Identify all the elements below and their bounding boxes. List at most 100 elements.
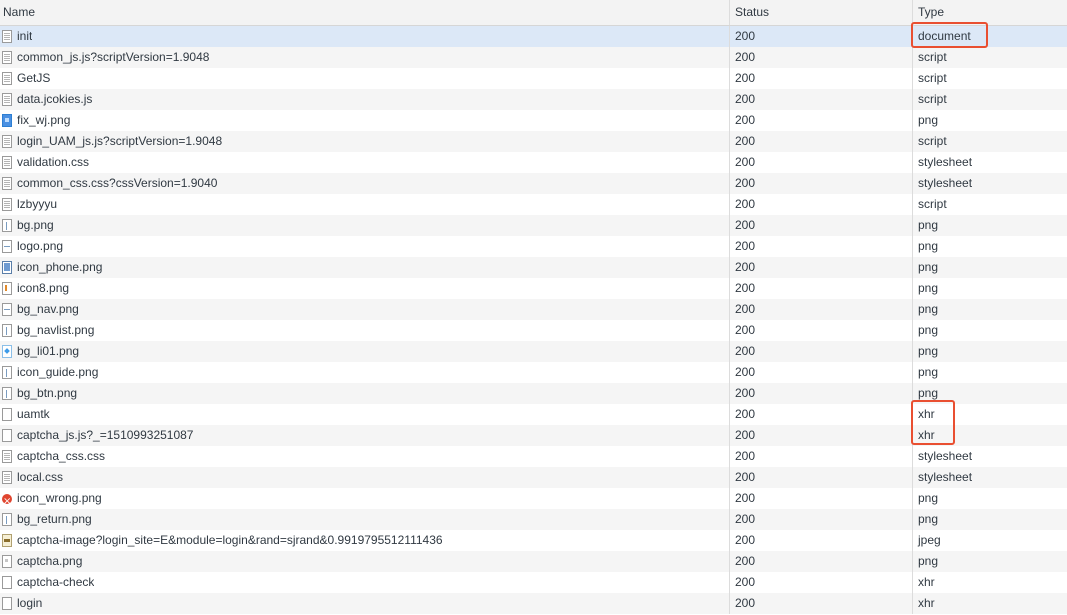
request-row[interactable]: icon8.png 200 png xyxy=(0,278,1067,299)
request-status: 200 xyxy=(730,215,913,236)
column-header-type[interactable]: Type xyxy=(913,0,1067,25)
request-row[interactable]: captcha.png 200 png xyxy=(0,551,1067,572)
request-name: bg_btn.png xyxy=(17,386,78,400)
script-icon xyxy=(2,135,12,148)
request-row[interactable]: logo.png 200 png xyxy=(0,236,1067,257)
script-icon xyxy=(2,51,12,64)
request-row[interactable]: login 200 xhr xyxy=(0,593,1067,614)
request-status: 200 xyxy=(730,47,913,68)
request-name-cell: captcha-image?login_site=E&module=login&… xyxy=(0,530,730,551)
request-type: stylesheet xyxy=(918,176,973,190)
table-header: Name Status Type xyxy=(0,0,1067,26)
request-status: 200 xyxy=(730,425,913,446)
request-name: captcha_js.js?_=1510993251087 xyxy=(17,428,194,442)
request-row[interactable]: captcha_css.css 200 stylesheet xyxy=(0,446,1067,467)
image-icon xyxy=(2,366,12,379)
request-row[interactable]: captcha-image?login_site=E&module=login&… xyxy=(0,530,1067,551)
image-icon xyxy=(2,261,12,274)
request-row[interactable]: login_UAM_js.js?scriptVersion=1.9048 200 s… xyxy=(0,131,1067,152)
request-type: xhr xyxy=(918,575,935,589)
request-name: bg.png xyxy=(17,218,54,232)
request-status: 200 xyxy=(730,404,913,425)
request-row[interactable]: bg_nav.png 200 png xyxy=(0,299,1067,320)
request-type: xhr xyxy=(918,407,935,421)
request-status: 200 xyxy=(730,257,913,278)
request-status: 200 xyxy=(730,278,913,299)
request-name-cell: common_js.js?scriptVersion=1.9048 xyxy=(0,47,730,68)
request-name: captcha.png xyxy=(17,554,83,568)
request-row[interactable]: icon_wrong.png 200 png xyxy=(0,488,1067,509)
request-row[interactable]: captcha-check 200 xhr xyxy=(0,572,1067,593)
request-name: data.jcokies.js xyxy=(17,92,93,106)
request-row[interactable]: bg_navlist.png 200 png xyxy=(0,320,1067,341)
request-row[interactable]: init 200 document xyxy=(0,26,1067,47)
script-icon xyxy=(2,93,12,106)
request-row[interactable]: icon_guide.png 200 png xyxy=(0,362,1067,383)
request-type: png xyxy=(918,302,939,316)
request-type: script xyxy=(918,92,947,106)
request-name: init xyxy=(17,29,33,43)
request-row[interactable]: bg.png 200 png xyxy=(0,215,1067,236)
request-name-cell: uamtk xyxy=(0,404,730,425)
request-row[interactable]: icon_phone.png 200 png xyxy=(0,257,1067,278)
request-type: png xyxy=(918,281,939,295)
request-row[interactable]: local.css 200 stylesheet xyxy=(0,467,1067,488)
request-row[interactable]: bg_btn.png 200 png xyxy=(0,383,1067,404)
request-row[interactable]: GetJS 200 script xyxy=(0,68,1067,89)
xhr-icon xyxy=(2,408,12,421)
request-type: png xyxy=(918,512,939,526)
request-row[interactable]: bg_li01.png 200 png xyxy=(0,341,1067,362)
image-icon xyxy=(2,240,12,253)
request-type: jpeg xyxy=(918,533,941,547)
request-name: icon_guide.png xyxy=(17,365,99,379)
request-row[interactable]: common_css.css?cssVersion=1.9040 200 style… xyxy=(0,173,1067,194)
request-type: document xyxy=(918,29,971,43)
image-icon xyxy=(2,491,12,509)
stylesheet-icon xyxy=(2,471,12,484)
request-type: script xyxy=(918,50,947,64)
image-icon xyxy=(2,555,12,568)
request-name-cell: bg_navlist.png xyxy=(0,320,730,341)
request-name-cell: local.css xyxy=(0,467,730,488)
script-icon xyxy=(2,72,12,85)
request-type: png xyxy=(918,218,939,232)
request-row[interactable]: uamtk 200 xhr xyxy=(0,404,1067,425)
image-icon xyxy=(2,114,12,127)
column-header-name[interactable]: Name xyxy=(0,0,730,25)
request-type: script xyxy=(918,134,947,148)
network-request-table: Name Status Type init 200 document common_j… xyxy=(0,0,1067,614)
request-row[interactable]: bg_return.png 200 png xyxy=(0,509,1067,530)
request-type: png xyxy=(918,386,939,400)
request-status: 200 xyxy=(730,194,913,215)
request-row[interactable]: validation.css 200 stylesheet xyxy=(0,152,1067,173)
request-row[interactable]: common_js.js?scriptVersion=1.9048 200 scri… xyxy=(0,47,1067,68)
request-row[interactable]: lzbyyyu 200 script xyxy=(0,194,1067,215)
request-status: 200 xyxy=(730,341,913,362)
request-name-cell: bg.png xyxy=(0,215,730,236)
request-name-cell: captcha_css.css xyxy=(0,446,730,467)
request-status: 200 xyxy=(730,236,913,257)
request-name-cell: bg_nav.png xyxy=(0,299,730,320)
request-name: GetJS xyxy=(17,71,51,85)
request-row[interactable]: data.jcokies.js 200 script xyxy=(0,89,1067,110)
image-icon xyxy=(2,387,12,400)
document-icon xyxy=(2,30,12,43)
request-name: login xyxy=(17,596,43,610)
request-name: bg_navlist.png xyxy=(17,323,95,337)
request-status: 200 xyxy=(730,551,913,572)
request-row[interactable]: fix_wj.png 200 png xyxy=(0,110,1067,131)
request-name-cell: bg_li01.png xyxy=(0,341,730,362)
xhr-icon xyxy=(2,429,12,442)
request-name: bg_nav.png xyxy=(17,302,79,316)
request-name: validation.css xyxy=(17,155,90,169)
request-name: captcha-image?login_site=E&module=login&… xyxy=(17,533,443,547)
column-header-status[interactable]: Status xyxy=(730,0,913,25)
image-icon xyxy=(2,303,12,316)
request-type: png xyxy=(918,239,939,253)
request-name-cell: icon_phone.png xyxy=(0,257,730,278)
request-type: png xyxy=(918,491,939,505)
request-row[interactable]: captcha_js.js?_=1510993251087 200 xhr xyxy=(0,425,1067,446)
request-name: local.css xyxy=(17,470,64,484)
request-name: common_css.css?cssVersion=1.9040 xyxy=(17,176,218,190)
request-name-cell: data.jcokies.js xyxy=(0,89,730,110)
